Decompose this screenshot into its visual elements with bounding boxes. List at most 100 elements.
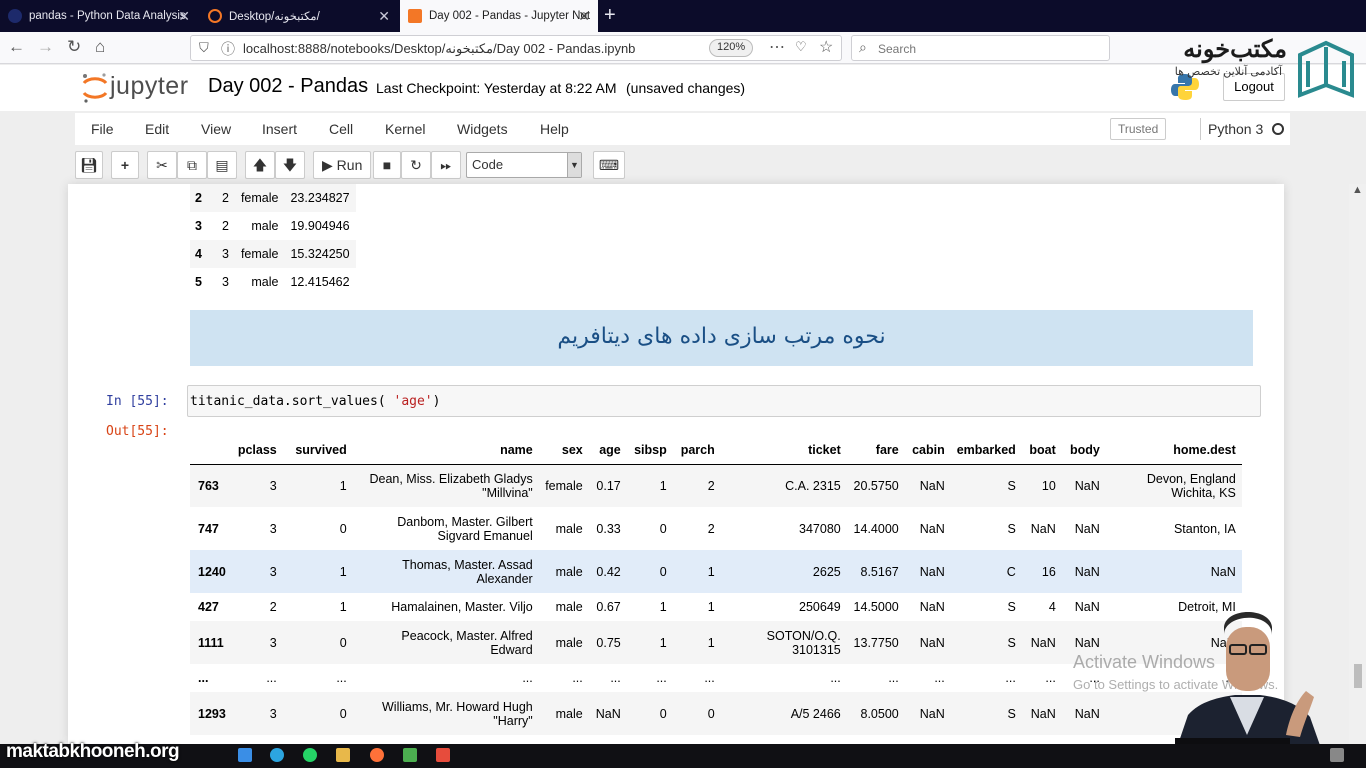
cut-icon[interactable]: ✂: [147, 151, 177, 179]
mail-icon[interactable]: [238, 748, 252, 762]
row-index: 2: [190, 184, 216, 212]
jupyter-logo-icon[interactable]: [80, 71, 110, 105]
move-down-icon[interactable]: 🡇: [275, 151, 305, 179]
markdown-heading-cell[interactable]: نحوه مرتب سازی داده های دیتافریم: [190, 310, 1253, 366]
kernel-name[interactable]: Python 3: [1208, 121, 1263, 137]
code-line: titanic_data.sort_values( 'age'): [190, 394, 440, 409]
pocket-icon[interactable]: ♡: [795, 39, 807, 55]
notebook-title[interactable]: Day 002 - Pandas: [208, 75, 368, 98]
menu-kernel[interactable]: Kernel: [385, 121, 425, 137]
browser-tab-desktop[interactable]: Desktop/مکتبخونه/ ✕: [200, 0, 398, 32]
forward-icon[interactable]: →: [37, 37, 54, 57]
table-cell: NaN: [919, 635, 945, 650]
move-up-icon[interactable]: 🡅: [245, 151, 275, 179]
address-bar[interactable]: ⛉ ⓘ localhost:8888/notebooks/Desktop/مکت…: [190, 35, 842, 61]
command-palette-icon[interactable]: ⌨: [593, 151, 625, 179]
notifications-icon[interactable]: [1330, 748, 1344, 762]
menu-view[interactable]: View: [201, 121, 231, 137]
new-tab-icon[interactable]: +: [604, 4, 616, 27]
cell-type-select[interactable]: Code ▼: [466, 152, 582, 178]
table-cell: male: [555, 706, 583, 721]
column-header: boat: [1021, 436, 1062, 465]
tab-close-icon[interactable]: ✕: [178, 8, 190, 25]
page-actions-icon[interactable]: ⋯: [769, 37, 785, 57]
table-cell: SOTON/O.Q. 3101315: [766, 628, 841, 657]
column-header: age: [588, 436, 627, 465]
table-cell: 0: [339, 521, 347, 536]
row-index: 3: [195, 219, 202, 233]
previous-output-table: 2 2 female 23.234827 3 2 male 19.904946 4 3 female…: [190, 184, 356, 296]
table-cell: ...: [572, 671, 583, 685]
browser-tab-notebook[interactable]: Day 002 - Pandas - Jupyter Not ✕: [400, 0, 598, 32]
menu-file[interactable]: File: [91, 121, 114, 137]
table-cell: female: [234, 184, 285, 212]
table-cell: 8.0500: [860, 706, 899, 721]
column-header: embarked: [950, 436, 1022, 465]
recorder-icon[interactable]: [436, 748, 450, 762]
table-cell: 1: [659, 600, 667, 614]
table-cell: NaN: [1030, 635, 1056, 650]
notebook-favicon-icon: [408, 9, 422, 23]
table-cell: 0: [659, 706, 667, 721]
table-cell: 0: [707, 706, 715, 721]
table-cell: 0.42: [596, 564, 621, 579]
copy-icon[interactable]: ⧉: [177, 151, 207, 179]
paste-icon[interactable]: ▤: [207, 151, 237, 179]
table-cell: Hamalainen, Master. Viljo: [391, 600, 533, 614]
column-header: pclass: [231, 436, 283, 465]
scroll-thumb[interactable]: [1354, 664, 1362, 688]
jupyter-logo-text[interactable]: jupyter: [110, 72, 189, 101]
table-cell: Thomas, Master. Assad Alexander: [402, 557, 533, 586]
bookmark-star-icon[interactable]: ☆: [819, 37, 833, 57]
notebook-menubar: File Edit View Insert Cell Kernel Widget…: [75, 113, 1290, 145]
table-cell: 4: [1048, 600, 1056, 614]
table-cell: 3: [269, 706, 277, 721]
search-field[interactable]: ⌕ Search: [851, 35, 1110, 61]
file-explorer-icon[interactable]: [336, 748, 350, 762]
column-header: survived: [282, 436, 353, 465]
tab-close-icon[interactable]: ✕: [378, 8, 390, 25]
shield-icon[interactable]: ⛉: [199, 40, 209, 56]
table-cell: ...: [656, 671, 667, 685]
menu-widgets[interactable]: Widgets: [457, 121, 508, 137]
tab-close-icon[interactable]: ✕: [578, 8, 590, 25]
info-icon[interactable]: ⓘ: [221, 39, 235, 59]
table-cell: ...: [522, 671, 533, 685]
browser-tab-pandas-docs[interactable]: pandas - Python Data Analysis ✕: [0, 0, 198, 32]
restart-run-all-icon[interactable]: ⏩︎: [431, 151, 461, 179]
row-index: 427: [198, 600, 219, 614]
row-index: 763: [198, 478, 219, 493]
firefox-icon[interactable]: [370, 748, 384, 762]
code-input-area[interactable]: titanic_data.sort_values( 'age'): [187, 385, 1261, 417]
scroll-up-icon[interactable]: ▲: [1352, 184, 1363, 196]
zoom-level[interactable]: 120%: [709, 39, 754, 57]
table-cell: 12.415462: [290, 275, 350, 289]
run-button[interactable]: ▶ Run: [313, 151, 372, 179]
menu-edit[interactable]: Edit: [145, 121, 169, 137]
menu-cell[interactable]: Cell: [329, 121, 353, 137]
table-cell: ...: [610, 671, 621, 685]
column-header: sibsp: [626, 436, 673, 465]
table-cell: 2: [222, 219, 229, 233]
kernel-divider: [1200, 118, 1201, 140]
page-scrollbar[interactable]: ▲: [1349, 184, 1366, 744]
save-icon[interactable]: 💾︎: [75, 151, 103, 179]
insert-cell-icon[interactable]: +: [111, 151, 139, 179]
table-cell: ...: [704, 671, 715, 685]
table-cell: male: [251, 275, 279, 289]
table-cell: ...: [888, 671, 899, 685]
whatsapp-icon[interactable]: [303, 748, 317, 762]
restart-icon[interactable]: ↻: [401, 151, 431, 179]
reload-icon[interactable]: ↻: [67, 37, 81, 57]
menu-help[interactable]: Help: [540, 121, 569, 137]
camtasia-icon[interactable]: [403, 748, 417, 762]
telegram-icon[interactable]: [270, 748, 284, 762]
trusted-indicator[interactable]: Trusted: [1110, 118, 1167, 140]
table-cell: NaN: [919, 600, 945, 614]
interrupt-icon[interactable]: ■: [373, 151, 401, 179]
column-header: name: [352, 436, 539, 465]
home-icon[interactable]: ⌂: [95, 37, 105, 57]
back-icon[interactable]: ←: [8, 37, 25, 57]
row-index: ...: [198, 671, 209, 685]
menu-insert[interactable]: Insert: [262, 121, 297, 137]
